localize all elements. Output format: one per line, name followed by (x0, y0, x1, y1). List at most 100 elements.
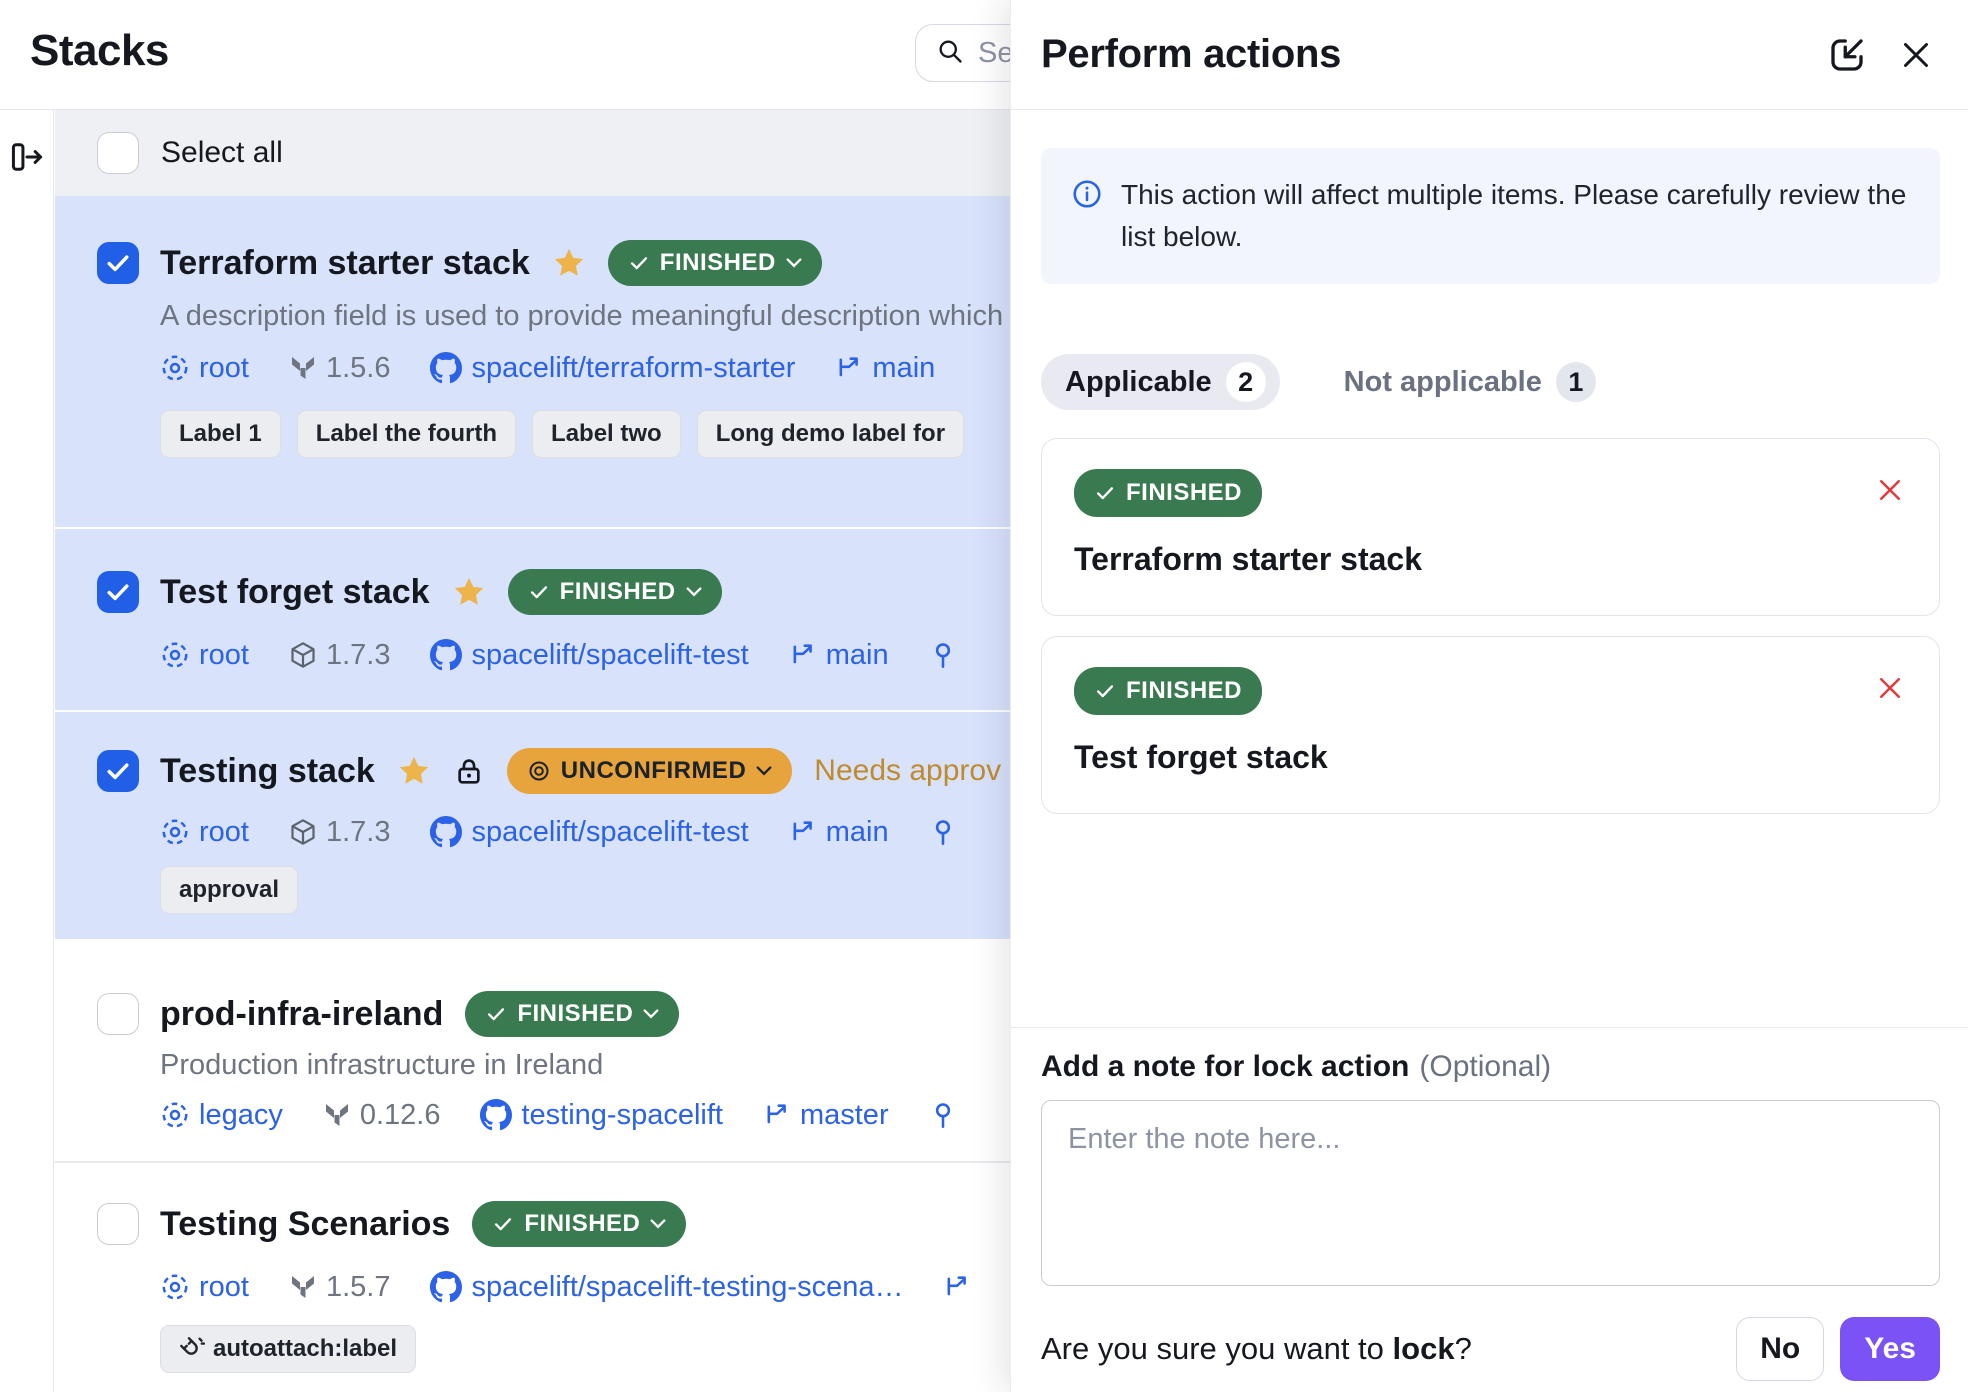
space-link[interactable]: root (160, 352, 249, 385)
stack-title[interactable]: prod-infra-ireland (160, 995, 443, 1034)
stack-checkbox[interactable] (97, 571, 139, 613)
no-button[interactable]: No (1736, 1317, 1824, 1381)
github-icon (430, 352, 462, 384)
commit-icon (929, 1101, 957, 1129)
branch-link[interactable]: main (835, 352, 935, 385)
status-badge[interactable]: FINISHED (508, 569, 722, 615)
status-label: UNCONFIRMED (561, 757, 747, 785)
tab-applicable[interactable]: Applicable 2 (1041, 354, 1280, 410)
branch-icon (943, 1273, 971, 1301)
affected-stack-name: Test forget stack (1074, 739, 1907, 776)
stack-title[interactable]: Testing stack (160, 752, 375, 791)
github-icon (430, 1271, 462, 1303)
repo-link[interactable]: spacelift/terraform-starter (430, 352, 795, 385)
tab-not-applicable[interactable]: Not applicable 1 (1320, 354, 1610, 410)
space-icon (160, 353, 190, 383)
yes-button[interactable]: Yes (1840, 1317, 1940, 1381)
status-badge[interactable]: FINISHED (472, 1201, 686, 1247)
space-link[interactable]: legacy (160, 1099, 283, 1132)
stack-checkbox[interactable] (97, 750, 139, 792)
perform-actions-drawer: Perform actions This action will affect … (1010, 0, 1968, 1392)
space-icon (160, 640, 190, 670)
app-root: Stacks Select all Terraform starter sta (0, 0, 1968, 1392)
eye-icon (527, 759, 551, 783)
stack-checkbox[interactable] (97, 1203, 139, 1245)
terraform-icon (289, 354, 317, 382)
repo-link[interactable]: spacelift/spacelift-test (430, 816, 748, 849)
branch-icon (763, 1101, 791, 1129)
status-label: FINISHED (560, 578, 676, 606)
remove-item-icon[interactable] (1875, 673, 1905, 703)
tab-count-badge: 2 (1226, 362, 1266, 402)
star-icon[interactable] (397, 754, 431, 788)
status-label: FINISHED (1126, 677, 1242, 705)
close-icon[interactable] (1898, 37, 1934, 73)
commit-link[interactable] (929, 818, 957, 846)
space-link[interactable]: root (160, 1271, 249, 1304)
repo-link[interactable]: spacelift/spacelift-testing-scena… (430, 1271, 903, 1304)
chevron-down-icon (756, 766, 772, 776)
branch-link[interactable] (943, 1273, 971, 1301)
status-badge[interactable]: UNCONFIRMED (507, 748, 793, 794)
drawer-title: Perform actions (1041, 32, 1796, 77)
version-info: 1.7.3 (289, 816, 391, 849)
search-icon (936, 37, 964, 70)
chevron-down-icon (650, 1219, 666, 1229)
info-icon (1071, 178, 1103, 258)
branch-link[interactable]: master (763, 1099, 889, 1132)
stack-checkbox[interactable] (97, 993, 139, 1035)
github-icon (430, 816, 462, 848)
version-info: 1.5.7 (289, 1271, 391, 1304)
confirm-question: Are you sure you want to lock? (1041, 1331, 1736, 1367)
stack-label-chip[interactable]: Label the fourth (297, 410, 516, 458)
status-badge[interactable]: FINISHED (465, 991, 679, 1037)
terraform-icon (289, 1273, 317, 1301)
stack-label-chip[interactable]: autoattach:label (160, 1325, 416, 1373)
space-link[interactable]: root (160, 816, 249, 849)
space-icon (160, 1100, 190, 1130)
star-icon[interactable] (452, 575, 486, 609)
needs-approval-note: Needs approv (814, 754, 1001, 788)
branch-link[interactable]: main (789, 816, 889, 849)
star-icon[interactable] (552, 246, 586, 280)
remove-item-icon[interactable] (1875, 475, 1905, 505)
left-rail (0, 110, 54, 1392)
applicability-tabs: Applicable 2 Not applicable 1 (1041, 354, 1968, 410)
info-text: This action will affect multiple items. … (1121, 174, 1910, 258)
branch-icon (835, 354, 863, 382)
space-icon (160, 1272, 190, 1302)
github-icon (430, 639, 462, 671)
space-link[interactable]: root (160, 639, 249, 672)
status-badge[interactable]: FINISHED (608, 240, 822, 286)
drawer-bottom-section: Add a note for lock action (Optional) Ar… (1011, 1027, 1968, 1392)
commit-icon (929, 641, 957, 669)
repo-link[interactable]: testing-spacelift (480, 1099, 723, 1132)
commit-link[interactable] (929, 1101, 957, 1129)
status-label: FINISHED (660, 249, 776, 277)
sidebar-expand-icon[interactable] (8, 138, 46, 181)
stack-label-chip[interactable]: Label two (532, 410, 681, 458)
repo-link[interactable]: spacelift/spacelift-test (430, 639, 748, 672)
tab-count-badge: 1 (1556, 362, 1596, 402)
stack-title[interactable]: Testing Scenarios (160, 1205, 450, 1244)
version-info: 0.12.6 (323, 1099, 441, 1132)
commit-link[interactable] (929, 641, 957, 669)
terraform-icon (323, 1101, 351, 1129)
stack-title[interactable]: Test forget stack (160, 573, 430, 612)
select-all-checkbox[interactable] (97, 132, 139, 174)
lock-icon (453, 755, 485, 787)
chevron-down-icon (786, 258, 802, 268)
stack-label-chip[interactable]: approval (160, 866, 298, 914)
commit-icon (929, 818, 957, 846)
stack-title[interactable]: Terraform starter stack (160, 244, 530, 283)
branch-icon (789, 818, 817, 846)
stack-label-chip[interactable]: Label 1 (160, 410, 281, 458)
stack-checkbox[interactable] (97, 242, 139, 284)
collapse-drawer-icon[interactable] (1826, 34, 1868, 76)
note-input[interactable] (1041, 1100, 1940, 1286)
status-label: FINISHED (524, 1210, 640, 1238)
version-info: 1.7.3 (289, 639, 391, 672)
chevron-down-icon (686, 587, 702, 597)
branch-link[interactable]: main (789, 639, 889, 672)
stack-label-chip[interactable]: Long demo label for (697, 410, 964, 458)
